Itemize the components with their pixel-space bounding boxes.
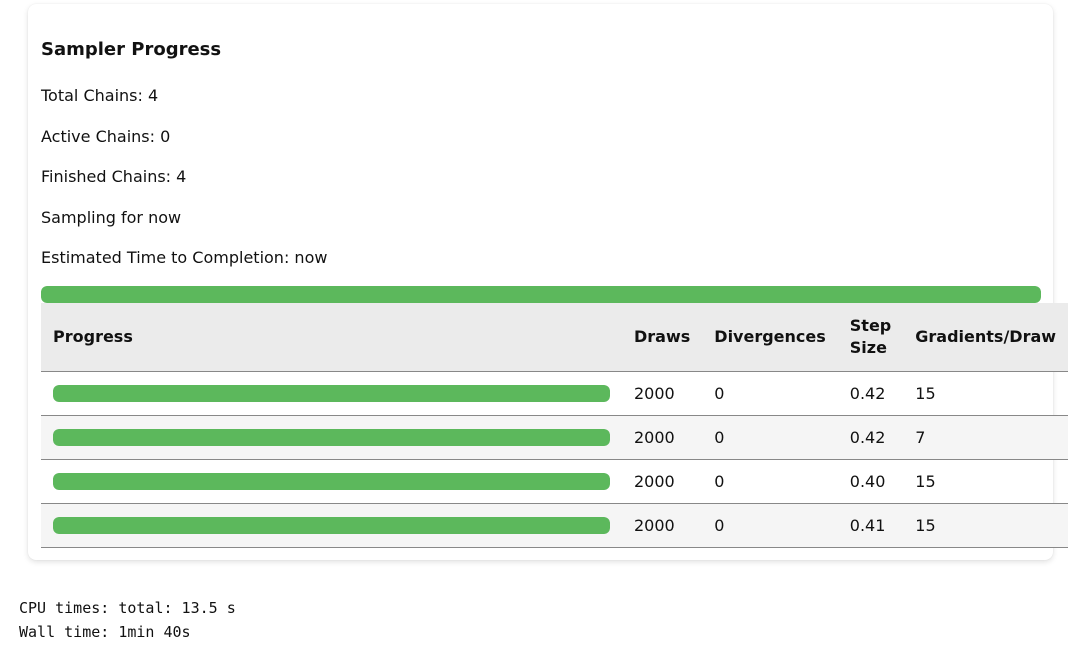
divergences-cell: 0 [702,459,838,504]
chains-table: Progress Draws Divergences Step Size Gra… [41,303,1069,548]
panel-title: Sampler Progress [41,39,222,60]
divergences-cell: 0 [702,503,838,548]
header-step-size-line2: Size [849,337,887,357]
chain-progress-bar [53,516,610,534]
total-chains-text: Total Chains: 4 [41,86,159,105]
chain-progress-fill [53,428,610,446]
chain-progress-cell [41,371,622,416]
sampler-progress-card: Sampler Progress Total Chains: 4 Active … [28,4,1069,560]
header-gradients: Gradients/Draw [903,303,1069,372]
cpu-times-text: CPU times: total: 13.5 s [19,599,236,617]
draws-cell: 2000 [622,415,703,460]
divergences-cell: 0 [702,415,838,460]
sampling-for-text: Sampling for now [41,208,182,227]
chain-progress-fill [53,516,610,534]
header-step-size: Step Size [837,303,904,372]
table-row: 2000 0 0.42 7 [41,415,1069,460]
finished-chains-text: Finished Chains: 4 [41,167,187,186]
chain-progress-fill [53,472,610,490]
gradients-cell: 15 [903,459,1069,504]
draws-cell: 2000 [622,459,703,504]
chain-progress-cell [41,503,622,548]
draws-cell: 2000 [622,503,703,548]
chain-progress-cell [41,415,622,460]
step-size-cell: 0.42 [837,371,904,416]
chain-progress-bar [53,384,610,402]
overall-progress-bar [41,286,1041,303]
table-header-row: Progress Draws Divergences Step Size Gra… [41,303,1069,372]
gradients-cell: 15 [903,503,1069,548]
table-row: 2000 0 0.40 15 [41,459,1069,504]
step-size-cell: 0.40 [837,459,904,504]
chain-progress-bar [53,472,610,490]
header-divergences: Divergences [702,303,838,372]
table-row: 2000 0 0.42 15 [41,371,1069,416]
gradients-cell: 7 [903,415,1069,460]
active-chains-text: Active Chains: 0 [41,127,171,146]
header-draws: Draws [622,303,703,372]
step-size-cell: 0.42 [837,415,904,460]
draws-cell: 2000 [622,371,703,416]
eta-text: Estimated Time to Completion: now [41,248,328,267]
overall-progress-fill [41,286,1041,303]
gradients-cell: 15 [903,371,1069,416]
header-progress: Progress [41,303,622,372]
header-step-size-line1: Step [849,315,892,335]
wall-time-text: Wall time: 1min 40s [19,623,191,641]
step-size-cell: 0.41 [837,503,904,548]
chain-progress-cell [41,459,622,504]
chain-progress-fill [53,384,610,402]
divergences-cell: 0 [702,371,838,416]
cell-output: CPU times: total: 13.5 s Wall time: 1min… [19,596,236,644]
table-row: 2000 0 0.41 15 [41,503,1069,548]
chain-progress-bar [53,428,610,446]
